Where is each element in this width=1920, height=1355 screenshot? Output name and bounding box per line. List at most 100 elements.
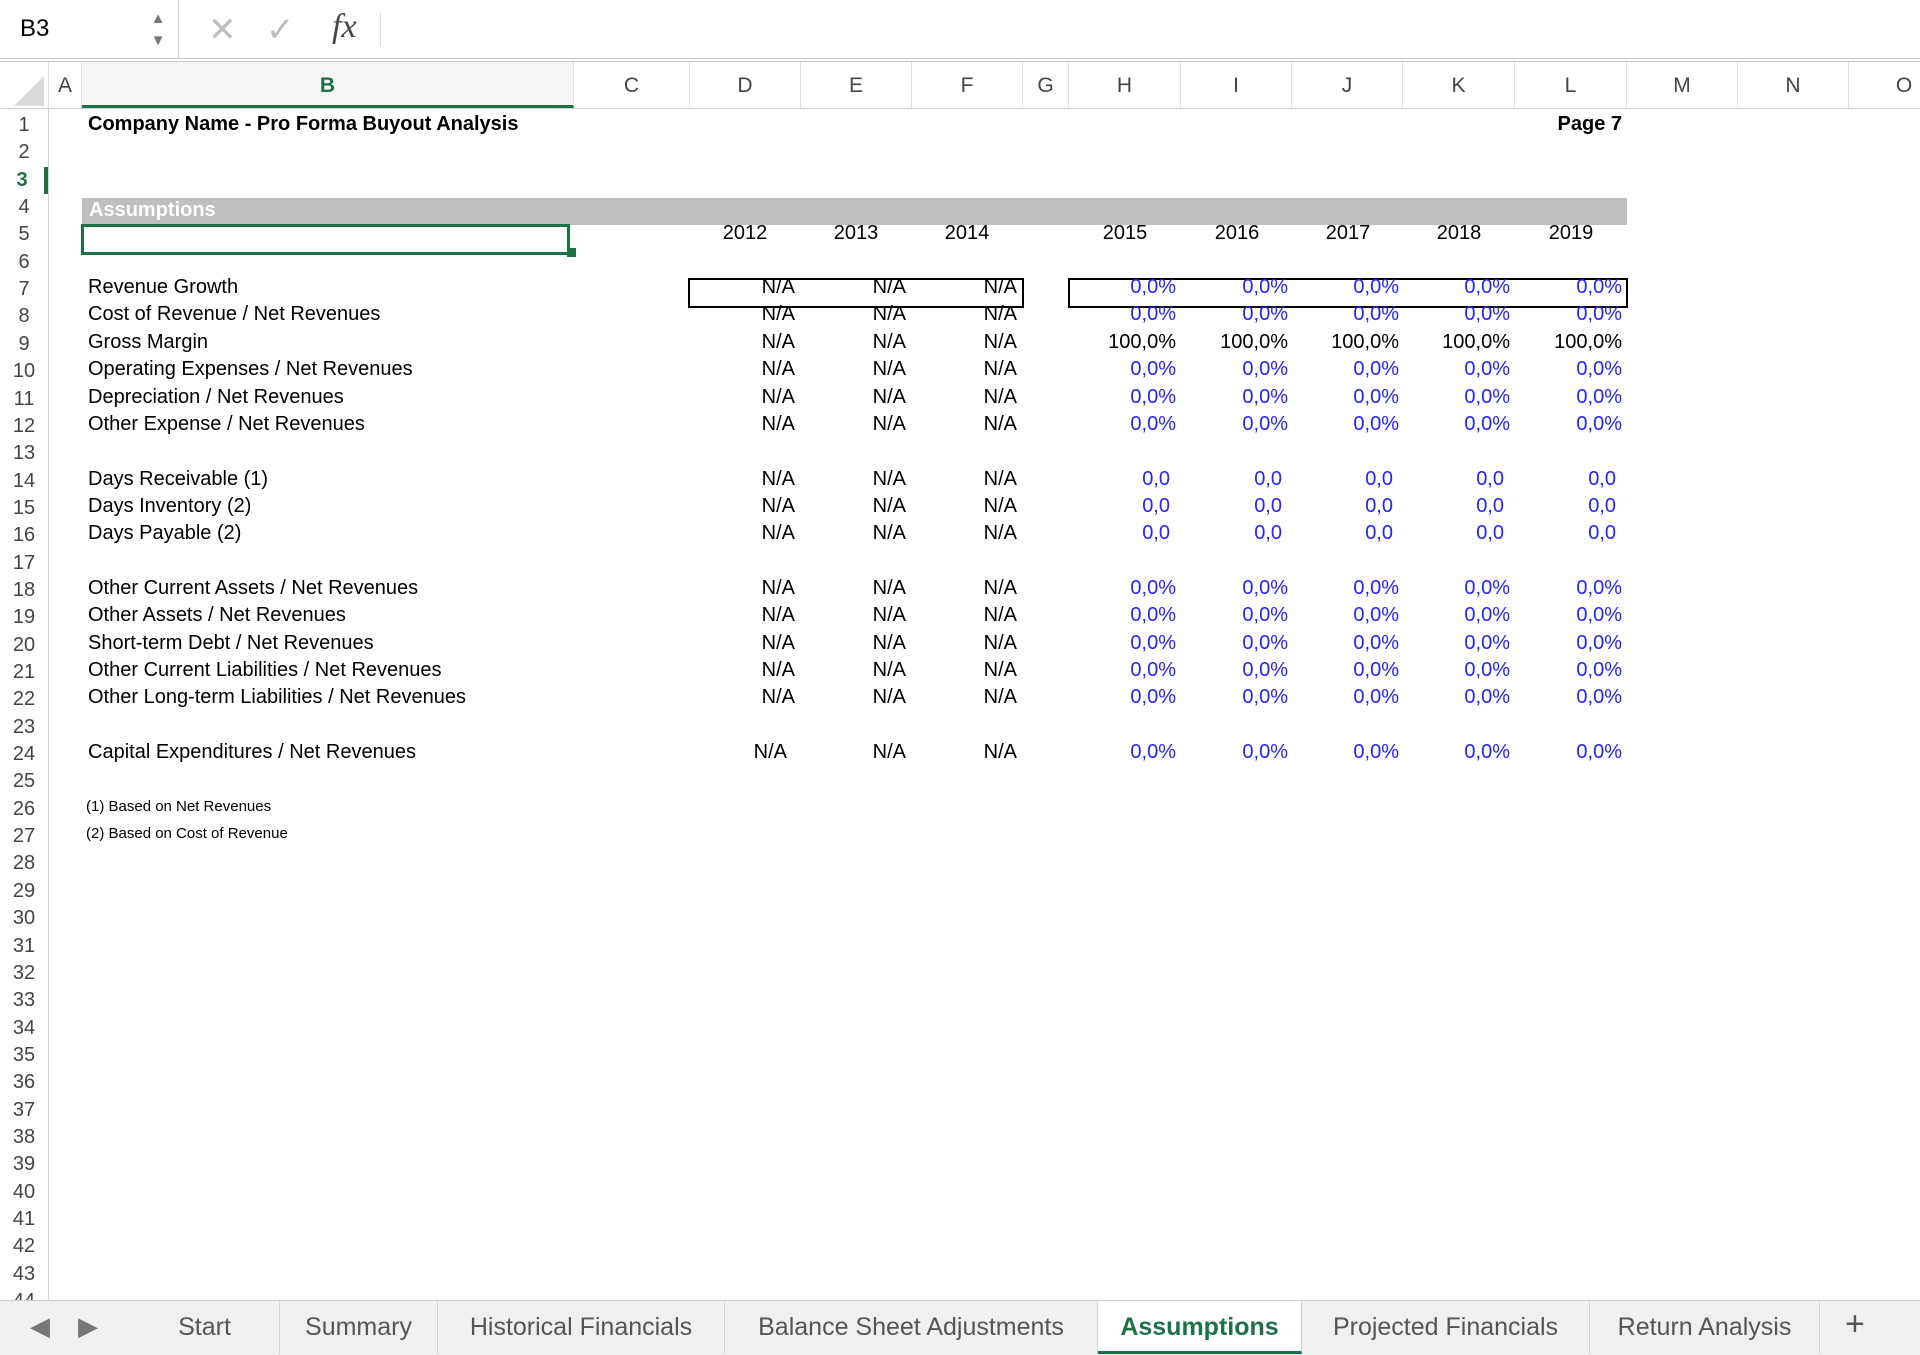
- line-item-label: Other Assets / Net Revenues: [88, 604, 346, 627]
- row-header-27[interactable]: 27: [0, 823, 48, 850]
- row-header-26[interactable]: 26: [0, 796, 48, 823]
- row-header-37[interactable]: 37: [0, 1097, 48, 1124]
- section-band: [82, 198, 1627, 225]
- projected-value: 0,0%: [1353, 659, 1399, 681]
- add-sheet-icon[interactable]: +: [1845, 1305, 1865, 1344]
- row-header-19[interactable]: 19: [0, 604, 48, 631]
- sheet-tab-historical-financials[interactable]: Historical Financials: [438, 1301, 725, 1354]
- row-header-18[interactable]: 18: [0, 577, 48, 604]
- row-header-5[interactable]: 5: [0, 221, 48, 248]
- row-header-40[interactable]: 40: [0, 1179, 48, 1206]
- column-header-e[interactable]: E: [801, 62, 912, 108]
- row-header-21[interactable]: 21: [0, 659, 48, 686]
- sheet-tab-return-analysis[interactable]: Return Analysis: [1590, 1301, 1820, 1354]
- row-header-41[interactable]: 41: [0, 1206, 48, 1233]
- row-header-39[interactable]: 39: [0, 1151, 48, 1178]
- row-header-2[interactable]: 2: [0, 139, 48, 166]
- projected-value: 0,0%: [1353, 412, 1399, 435]
- column-header-d[interactable]: D: [690, 62, 801, 108]
- fill-handle[interactable]: [567, 248, 576, 257]
- sheet-title: Company Name - Pro Forma Buyout Analysis: [88, 113, 519, 135]
- row-header-34[interactable]: 34: [0, 1015, 48, 1042]
- column-header-n[interactable]: N: [1738, 62, 1849, 108]
- row-header-4[interactable]: 4: [0, 194, 48, 221]
- row-header-17[interactable]: 17: [0, 550, 48, 577]
- row-header-38[interactable]: 38: [0, 1124, 48, 1151]
- row-header-10[interactable]: 10: [0, 358, 48, 385]
- row-header-12[interactable]: 12: [0, 413, 48, 440]
- column-header-i[interactable]: I: [1181, 62, 1292, 108]
- selected-cell-b3[interactable]: [81, 224, 570, 255]
- row-header-36[interactable]: 36: [0, 1069, 48, 1096]
- name-box-value[interactable]: B3: [20, 15, 49, 43]
- year-header: 2016: [1214, 222, 1260, 245]
- row-header-3[interactable]: 3: [0, 166, 48, 195]
- enter-icon[interactable]: ✓: [266, 10, 295, 50]
- column-header-j[interactable]: J: [1292, 62, 1403, 108]
- projected-value: 0,0: [1142, 522, 1170, 545]
- function-icon[interactable]: fx: [332, 8, 357, 46]
- row-header-15[interactable]: 15: [0, 495, 48, 522]
- row-header-16[interactable]: 16: [0, 522, 48, 549]
- row-header-30[interactable]: 30: [0, 905, 48, 932]
- row-header-1[interactable]: 1: [0, 112, 48, 139]
- row-header-14[interactable]: 14: [0, 468, 48, 495]
- column-header-h[interactable]: H: [1069, 62, 1181, 108]
- column-header-b[interactable]: B: [82, 62, 574, 108]
- historical-value: N/A: [983, 330, 1017, 353]
- row-header-9[interactable]: 9: [0, 331, 48, 358]
- cancel-icon[interactable]: ✕: [208, 10, 237, 50]
- historical-value: N/A: [983, 276, 1017, 299]
- row-header-31[interactable]: 31: [0, 933, 48, 960]
- projected-value: 0,0%: [1130, 604, 1176, 627]
- column-header-m[interactable]: M: [1627, 62, 1738, 108]
- historical-value: N/A: [872, 358, 906, 381]
- name-box[interactable]: B3 ▲ ▼: [0, 0, 179, 58]
- select-all-corner[interactable]: [0, 62, 49, 108]
- sheet-tab-summary[interactable]: Summary: [280, 1301, 438, 1354]
- projected-value: 0,0: [1476, 522, 1504, 545]
- row-header-11[interactable]: 11: [0, 386, 48, 413]
- row-header-20[interactable]: 20: [0, 632, 48, 659]
- row-header-29[interactable]: 29: [0, 878, 48, 905]
- formula-bar: B3 ▲ ▼ ✕ ✓ fx: [0, 0, 1920, 59]
- row-header-7[interactable]: 7: [0, 276, 48, 303]
- projected-value: 0,0%: [1464, 576, 1510, 599]
- column-header-f[interactable]: F: [912, 62, 1023, 108]
- sheet-tab-assumptions[interactable]: Assumptions: [1098, 1301, 1302, 1354]
- column-header-a[interactable]: A: [49, 62, 82, 108]
- projected-value: 100,0%: [1220, 330, 1288, 353]
- historical-value: N/A: [761, 330, 795, 353]
- row-header-32[interactable]: 32: [0, 960, 48, 987]
- column-header-l[interactable]: L: [1515, 62, 1627, 108]
- row-header-23[interactable]: 23: [0, 714, 48, 741]
- row-header-28[interactable]: 28: [0, 850, 48, 877]
- sheet-tab-start[interactable]: Start: [130, 1301, 280, 1354]
- line-item-label: Other Expense / Net Revenues: [88, 412, 365, 435]
- prev-sheet-icon[interactable]: ◀: [30, 1311, 50, 1342]
- row-header-8[interactable]: 8: [0, 303, 48, 330]
- next-sheet-icon[interactable]: ▶: [78, 1311, 98, 1342]
- column-header-k[interactable]: K: [1403, 62, 1515, 108]
- formula-input[interactable]: [392, 14, 1896, 46]
- row-header-35[interactable]: 35: [0, 1042, 48, 1069]
- row-header-22[interactable]: 22: [0, 686, 48, 713]
- sheet-tab-projected-financials[interactable]: Projected Financials: [1302, 1301, 1590, 1354]
- sheet-tab-balance-sheet-adjustments[interactable]: Balance Sheet Adjustments: [725, 1301, 1098, 1354]
- projected-value: 0,0%: [1242, 303, 1288, 326]
- row-header-42[interactable]: 42: [0, 1233, 48, 1260]
- projected-value: 0,0%: [1353, 385, 1399, 408]
- row-header-6[interactable]: 6: [0, 249, 48, 276]
- column-header-o[interactable]: O: [1849, 62, 1920, 108]
- row-header-13[interactable]: 13: [0, 440, 48, 467]
- row-header-43[interactable]: 43: [0, 1261, 48, 1288]
- name-box-stepper-icon[interactable]: ▲ ▼: [150, 8, 166, 52]
- cell-area[interactable]: Company Name - Pro Forma Buyout Analysis…: [49, 109, 1920, 1304]
- row-header-33[interactable]: 33: [0, 987, 48, 1014]
- line-item-label: Days Payable (2): [88, 522, 242, 545]
- column-header-c[interactable]: C: [574, 62, 690, 108]
- column-header-g[interactable]: G: [1023, 62, 1069, 108]
- row-header-24[interactable]: 24: [0, 741, 48, 768]
- row-header-25[interactable]: 25: [0, 768, 48, 795]
- projected-value: 0,0%: [1464, 358, 1510, 381]
